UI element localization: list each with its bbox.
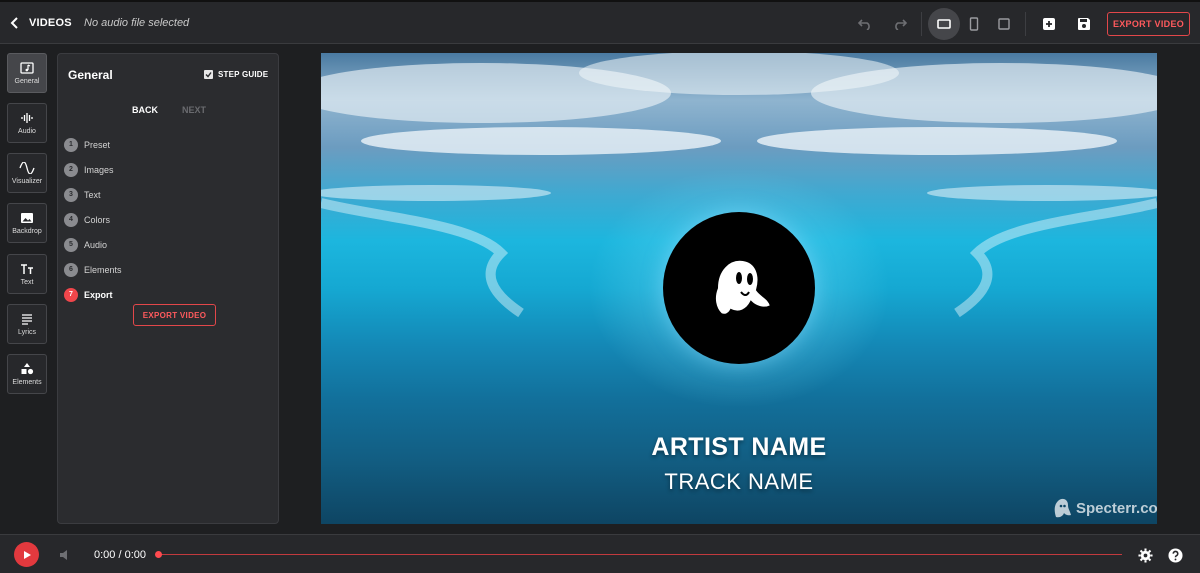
top-bar: VIDEOS No audio file selected EXPORT VID…	[0, 0, 1200, 44]
step-label: Audio	[84, 239, 108, 250]
volume-icon[interactable]	[58, 547, 74, 563]
ghost-icon	[713, 258, 773, 316]
step-next-button[interactable]: NEXT	[182, 105, 206, 115]
wave-icon	[19, 161, 35, 175]
step-number: 4	[64, 212, 78, 227]
step-item-colors[interactable]: 4 Colors	[64, 207, 264, 232]
step-number: 3	[64, 187, 78, 202]
undo-icon[interactable]	[854, 13, 876, 35]
step-number: 6	[64, 262, 78, 277]
landscape-ratio-icon[interactable]	[933, 13, 955, 35]
time-readout: 0:00 / 0:00	[94, 549, 146, 561]
rail-item-elements[interactable]: Elements	[7, 354, 47, 394]
rail-item-general[interactable]: General	[7, 53, 47, 93]
shapes-icon	[19, 362, 35, 376]
step-back-button[interactable]: BACK	[132, 105, 158, 115]
step-label: Elements	[84, 264, 122, 275]
step-label: Colors	[84, 214, 111, 225]
help-icon[interactable]	[1167, 547, 1183, 563]
lines-icon	[19, 312, 35, 326]
seek-bar[interactable]	[158, 554, 1122, 555]
step-item-audio[interactable]: 5 Audio	[64, 232, 264, 257]
rail-label: Elements	[12, 379, 42, 386]
panel-title: General	[68, 68, 113, 82]
back-to-videos-button[interactable]: VIDEOS	[8, 12, 72, 34]
artist-name-text: ARTIST NAME	[651, 433, 827, 461]
step-number: 7	[64, 287, 78, 302]
step-item-text[interactable]: 3 Text	[64, 182, 264, 207]
rail-label: Lyrics	[17, 329, 37, 336]
panel-export-video-button[interactable]: EXPORT VIDEO	[133, 304, 216, 326]
rail-item-lyrics[interactable]: Lyrics	[7, 304, 47, 344]
seek-thumb[interactable]	[155, 551, 162, 558]
step-item-images[interactable]: 2 Images	[64, 157, 264, 182]
general-panel: General STEP GUIDE BACK NEXT 1 Preset 2 …	[57, 53, 279, 524]
step-item-preset[interactable]: 1 Preset	[64, 132, 264, 157]
step-label: Preset	[84, 139, 111, 150]
rail-label: Backdrop	[12, 228, 42, 235]
step-label: Text	[84, 189, 101, 200]
step-number: 2	[64, 162, 78, 177]
playback-bar: 0:00 / 0:00	[0, 534, 1200, 573]
back-label: VIDEOS	[29, 17, 72, 29]
step-label: Images	[84, 164, 114, 175]
specterr-logo-icon	[1054, 498, 1071, 518]
music-file-icon	[19, 61, 35, 75]
rail-label: Text	[20, 279, 34, 286]
watermark-text: Specterr.com	[1076, 499, 1157, 517]
step-number: 1	[64, 137, 78, 152]
rail-item-backdrop[interactable]: Backdrop	[7, 203, 47, 243]
step-label: Export	[84, 289, 113, 300]
step-guide-label: STEP GUIDE	[218, 70, 269, 79]
audio-status: No audio file selected	[84, 17, 190, 29]
rail-label: General	[14, 78, 40, 85]
rail-label: Audio	[18, 128, 36, 135]
redo-icon[interactable]	[889, 13, 911, 35]
portrait-ratio-icon[interactable]	[963, 13, 985, 35]
video-preview: ARTIST NAME TRACK NAME Specterr.com	[321, 53, 1157, 524]
play-icon	[23, 550, 31, 559]
rail-item-audio[interactable]: Audio	[7, 103, 47, 143]
chevron-left-icon	[10, 17, 18, 29]
ghost-logo	[663, 212, 815, 364]
checkbox-checked-icon[interactable]	[204, 70, 213, 79]
play-button[interactable]	[14, 542, 39, 567]
toolbar-divider	[921, 12, 922, 36]
watermark: Specterr.com	[1052, 497, 1157, 519]
toolbar-divider	[1025, 12, 1026, 36]
image-icon	[19, 211, 35, 225]
waveform-icon	[19, 111, 35, 125]
export-video-button[interactable]: EXPORT VIDEO	[1107, 12, 1190, 36]
step-number: 5	[64, 237, 78, 252]
square-ratio-icon[interactable]	[993, 13, 1015, 35]
track-name-text: TRACK NAME	[664, 469, 814, 494]
save-icon[interactable]	[1073, 13, 1095, 35]
rail-label: Visualizer	[11, 178, 43, 185]
add-project-icon[interactable]	[1038, 13, 1060, 35]
rail-item-text[interactable]: Text	[7, 254, 47, 294]
rail-item-visualizer[interactable]: Visualizer	[7, 153, 47, 193]
settings-gear-icon[interactable]	[1137, 547, 1153, 563]
step-list: 1 Preset 2 Images 3 Text 4 Colors 5 Audi…	[64, 132, 264, 307]
step-item-elements[interactable]: 6 Elements	[64, 257, 264, 282]
text-icon	[19, 262, 35, 276]
step-guide-toggle[interactable]: STEP GUIDE	[204, 70, 268, 79]
